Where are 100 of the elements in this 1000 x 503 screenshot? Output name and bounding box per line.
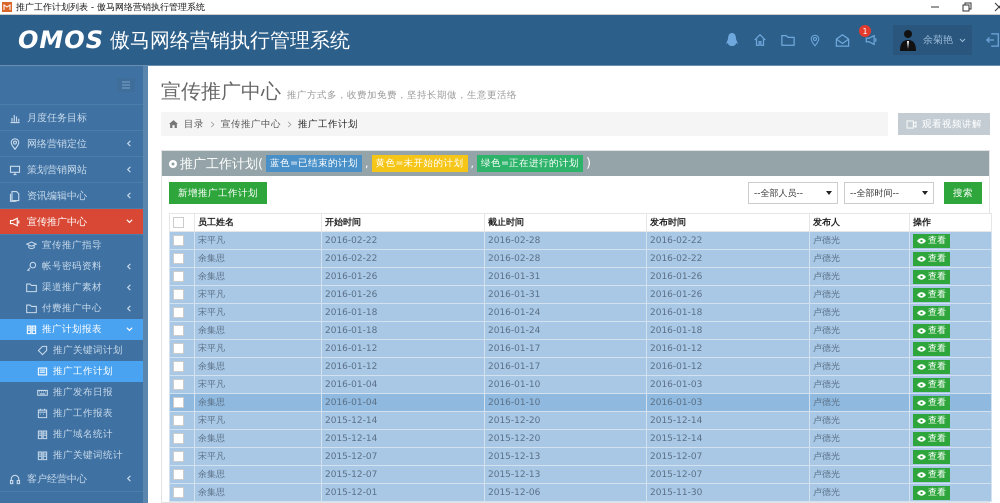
location-pin-icon[interactable] <box>809 32 821 48</box>
table-cell: 卢德光 <box>813 236 840 246</box>
chevron-icon <box>287 120 292 128</box>
table-row[interactable]: 余集思 2016-01-18 2016-01-24 2016-01-18 卢德光 查看 <box>170 322 992 340</box>
table-cell: 2016-02-22 <box>325 236 378 246</box>
close-icon[interactable] <box>994 2 1000 12</box>
checkbox[interactable] <box>173 487 184 498</box>
table-cell: 宋平凡 <box>198 236 225 246</box>
table-row[interactable]: 宋平凡 2016-01-12 2016-01-17 2016-01-12 卢德光 查看 <box>170 340 992 358</box>
sidebar-subitem[interactable]: 宣传推广指导 <box>0 235 143 256</box>
logout-icon[interactable] <box>986 32 1000 48</box>
view-button[interactable]: 查看 <box>913 450 950 464</box>
view-button[interactable]: 查看 <box>913 252 950 266</box>
table-row[interactable]: 宋平凡 2016-01-04 2016-01-10 2016-01-03 卢德光 查看 <box>170 376 992 394</box>
checkbox[interactable] <box>173 289 184 300</box>
view-button[interactable]: 查看 <box>913 324 950 338</box>
table-row[interactable]: 余集思 2015-12-01 2015-12-06 2015-11-30 卢德光 查看 <box>170 484 992 502</box>
checkbox[interactable] <box>173 433 184 444</box>
view-button[interactable]: 查看 <box>913 288 950 302</box>
video-button[interactable]: 观看视频讲解 <box>898 113 990 135</box>
table-cell: 2016-01-24 <box>488 326 540 336</box>
user-menu[interactable]: 余菊艳 <box>893 25 972 55</box>
table-row[interactable]: 宋平凡 2016-01-18 2016-01-24 2016-01-18 卢德光 查看 <box>170 304 992 322</box>
checkbox[interactable] <box>173 361 184 372</box>
sidebar-subitem[interactable]: 推广发布日报 <box>0 382 143 403</box>
table-row[interactable]: 余集思 2016-01-26 2016-01-31 2016-01-26 卢德光 查看 <box>170 268 992 286</box>
checkbox[interactable] <box>173 271 184 282</box>
sidebar-subitem[interactable]: 推广工作报表 <box>0 403 143 424</box>
sidebar-item[interactable]: 策划营销网站 <box>0 157 143 183</box>
table-row[interactable]: 宋平凡 2016-02-22 2016-02-28 2016-02-22 卢德光 查看 <box>170 232 992 250</box>
view-button[interactable]: 查看 <box>913 468 950 482</box>
table-row[interactable]: 余集思 2016-01-12 2016-01-17 2016-01-12 卢德光 查看 <box>170 358 992 376</box>
checkbox[interactable] <box>173 469 184 480</box>
view-button[interactable]: 查看 <box>913 378 950 392</box>
view-button[interactable]: 查看 <box>913 270 950 284</box>
eye-icon <box>917 436 926 442</box>
view-button[interactable]: 查看 <box>913 432 950 446</box>
sidebar-subitem[interactable]: 付费推广中心 <box>0 298 143 319</box>
table-cell: 2016-01-26 <box>325 272 378 282</box>
checkbox[interactable] <box>173 415 184 426</box>
table-row[interactable]: 余集思 2015-12-07 2015-12-13 2015-12-07 卢德光 查看 <box>170 466 992 484</box>
view-button[interactable]: 查看 <box>913 396 950 410</box>
view-button[interactable]: 查看 <box>913 486 950 500</box>
table-cell: 2016-01-12 <box>325 362 378 372</box>
sidebar-subitem[interactable]: 推广关键词统计 <box>0 445 143 466</box>
penguin-icon[interactable] <box>725 32 739 48</box>
home-icon <box>169 120 178 128</box>
view-button[interactable]: 查看 <box>913 414 950 428</box>
checkbox[interactable] <box>173 325 184 336</box>
table-cell: 宋平凡 <box>198 308 225 318</box>
filter-dropdown[interactable]: --全部时间-- <box>844 182 934 204</box>
sidebar-item[interactable]: 网络营销定位 <box>0 131 143 157</box>
eye-icon <box>917 238 926 244</box>
table-cell: 2016-01-31 <box>488 290 540 300</box>
calendar-icon <box>37 408 48 419</box>
menu-icon[interactable] <box>117 78 135 92</box>
sidebar-subitem[interactable]: 推广关键词计划 <box>0 340 143 361</box>
sidebar-subitem[interactable]: 推广工作计划 <box>0 361 143 382</box>
sidebar-subitem[interactable]: 渠道推广素材 <box>0 277 143 298</box>
sidebar-item[interactable]: 宣传推广中心 <box>0 209 143 235</box>
table-cell: 余集思 <box>198 398 225 408</box>
table-row[interactable]: 宋平凡 2015-12-07 2015-12-13 2015-12-07 卢德光 查看 <box>170 448 992 466</box>
checkbox[interactable] <box>173 397 184 408</box>
document-icon <box>9 190 21 202</box>
checkbox[interactable] <box>173 307 184 318</box>
view-button[interactable]: 查看 <box>913 234 950 248</box>
checkbox[interactable] <box>173 343 184 354</box>
megaphone-icon[interactable] <box>864 33 879 47</box>
table-cell: 2015-12-01 <box>325 488 378 498</box>
view-button[interactable]: 查看 <box>913 306 950 320</box>
circle-icon <box>169 160 177 168</box>
table-row[interactable]: 余集思 2016-01-04 2016-01-10 2016-01-03 卢德光 查看 <box>170 394 992 412</box>
table-row[interactable]: 余集思 2015-12-14 2015-12-20 2015-12-14 卢德光 查看 <box>170 430 992 448</box>
sidebar-item[interactable]: 客户经营中心 <box>0 466 143 492</box>
home-icon[interactable] <box>753 33 767 47</box>
checkbox[interactable] <box>173 451 184 462</box>
table-cell: 2016-01-18 <box>650 326 702 336</box>
view-button[interactable]: 查看 <box>913 360 950 374</box>
breadcrumb-link[interactable]: 目录 <box>184 118 204 130</box>
filter-dropdown[interactable]: --全部人员-- <box>748 182 838 204</box>
table-cell: 卢德光 <box>813 326 840 336</box>
panel-title: 推广工作计划( <box>180 156 264 172</box>
checkbox[interactable] <box>173 235 184 246</box>
envelope-icon[interactable] <box>835 33 850 47</box>
checkbox[interactable] <box>173 217 184 228</box>
checkbox[interactable] <box>173 253 184 264</box>
table-row[interactable]: 宋平凡 2015-12-14 2015-12-20 2015-12-14 卢德光 查看 <box>170 412 992 430</box>
restore-icon[interactable] <box>962 2 972 12</box>
checkbox[interactable] <box>173 379 184 390</box>
new-plan-button[interactable]: 新增推广工作计划 <box>169 182 267 204</box>
folder-icon[interactable] <box>781 33 795 47</box>
sidebar-item[interactable]: 月度任务目标 <box>0 105 143 131</box>
sidebar-subitem[interactable]: 推广计划报表 <box>0 319 143 340</box>
sidebar-subitem[interactable]: 推广域名统计 <box>0 424 143 445</box>
table-row[interactable]: 宋平凡 2016-01-26 2016-01-31 2016-01-26 卢德光 查看 <box>170 286 992 304</box>
view-button[interactable]: 查看 <box>913 342 950 356</box>
search-button[interactable]: 搜索 <box>944 182 982 204</box>
breadcrumb-link[interactable]: 宣传推广中心 <box>221 118 281 130</box>
sidebar-subitem[interactable]: 帐号密码资料 <box>0 256 143 277</box>
table-row[interactable]: 余集思 2016-02-22 2016-02-28 2016-02-22 卢德光 查看 <box>170 250 992 268</box>
